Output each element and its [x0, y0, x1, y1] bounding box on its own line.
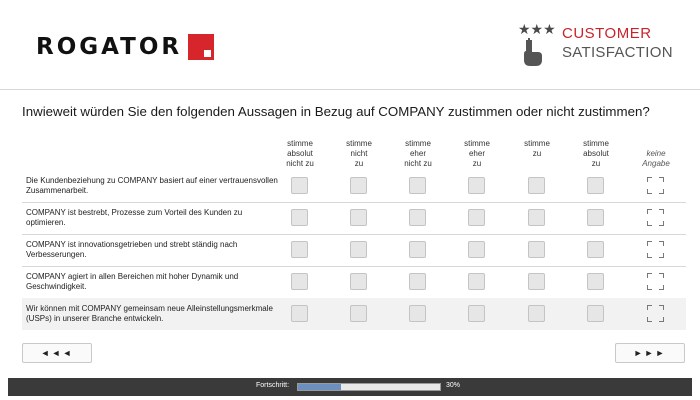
rating-option-2[interactable] — [350, 177, 367, 194]
bracket-corner-icon — [659, 221, 664, 226]
rating-option-2[interactable] — [350, 305, 367, 322]
badge-line-customer: CUSTOMER — [562, 25, 652, 42]
no-answer-option[interactable] — [647, 209, 664, 226]
bracket-corner-icon — [659, 317, 664, 322]
bracket-corner-icon — [647, 317, 652, 322]
question-text: Inwieweit würden Sie den folgenden Aussa… — [22, 104, 650, 119]
progress-label: Fortschritt: — [256, 382, 290, 389]
rating-option-1[interactable] — [291, 241, 308, 258]
customer-satisfaction-badge: ★★★ CUSTOMER SATISFACTION — [518, 22, 673, 72]
bracket-corner-icon — [647, 189, 652, 194]
rating-option-3[interactable] — [409, 305, 426, 322]
bracket-corner-icon — [659, 305, 664, 310]
bracket-corner-icon — [659, 241, 664, 246]
bracket-corner-icon — [659, 177, 664, 182]
pointer-hand-icon — [524, 38, 542, 66]
rating-option-5[interactable] — [528, 209, 545, 226]
rogator-logo: ROGATOR — [36, 32, 215, 62]
rating-option-6[interactable] — [587, 273, 604, 290]
bracket-corner-icon — [659, 273, 664, 278]
rating-option-5[interactable] — [528, 177, 545, 194]
bracket-corner-icon — [659, 253, 664, 258]
row-statement: COMPANY agiert in allen Bereichen mit ho… — [26, 272, 239, 291]
no-answer-option[interactable] — [647, 177, 664, 194]
progress-footer: Fortschritt: 30% — [8, 378, 692, 396]
row-statement: COMPANY ist innovationsgetrieben und str… — [26, 240, 238, 259]
rating-option-1[interactable] — [291, 177, 308, 194]
rating-option-2[interactable] — [350, 273, 367, 290]
rating-option-3[interactable] — [409, 209, 426, 226]
rating-option-3[interactable] — [409, 273, 426, 290]
rating-option-6[interactable] — [587, 209, 604, 226]
bracket-corner-icon — [647, 273, 652, 278]
progress-fill — [298, 384, 341, 390]
rating-option-5[interactable] — [528, 273, 545, 290]
row-statement: COMPANY ist bestrebt, Prozesse zum Vorte… — [26, 208, 243, 227]
bracket-corner-icon — [647, 221, 652, 226]
bracket-corner-icon — [647, 305, 652, 310]
rating-option-4[interactable] — [468, 209, 485, 226]
back-button[interactable]: ◄◄◄ — [22, 343, 92, 363]
rating-option-6[interactable] — [587, 305, 604, 322]
bracket-corner-icon — [659, 209, 664, 214]
column-header-7: keine Angabe — [642, 149, 670, 168]
badge-text: CUSTOMER SATISFACTION — [562, 24, 673, 62]
rating-option-1[interactable] — [291, 209, 308, 226]
logo-mark-icon — [188, 34, 215, 60]
rating-option-2[interactable] — [350, 209, 367, 226]
rating-option-3[interactable] — [409, 177, 426, 194]
bracket-corner-icon — [647, 253, 652, 258]
logo-text: ROGATOR — [36, 34, 183, 60]
progress-bar — [297, 383, 441, 391]
row-statement: Wir können mit COMPANY gemeinsam neue Al… — [26, 304, 273, 323]
rating-option-3[interactable] — [409, 241, 426, 258]
rating-option-4[interactable] — [468, 273, 485, 290]
rating-option-4[interactable] — [468, 241, 485, 258]
next-button[interactable]: ►►► — [615, 343, 685, 363]
bracket-corner-icon — [659, 285, 664, 290]
rating-option-6[interactable] — [587, 241, 604, 258]
bracket-corner-icon — [647, 285, 652, 290]
no-answer-option[interactable] — [647, 273, 664, 290]
survey-header: ROGATOR ★★★ CUSTOMER SATISFACTION — [0, 0, 700, 90]
rating-option-5[interactable] — [528, 305, 545, 322]
bracket-corner-icon — [647, 177, 652, 182]
bracket-corner-icon — [659, 189, 664, 194]
rating-option-1[interactable] — [291, 305, 308, 322]
stars-icon: ★★★ — [518, 22, 556, 38]
rating-option-2[interactable] — [350, 241, 367, 258]
row-statement: Die Kundenbeziehung zu COMPANY basiert a… — [26, 176, 278, 195]
progress-percent: 30% — [446, 382, 461, 389]
no-answer-option[interactable] — [647, 305, 664, 322]
rating-option-4[interactable] — [468, 177, 485, 194]
bracket-corner-icon — [647, 241, 652, 246]
rating-option-4[interactable] — [468, 305, 485, 322]
rating-option-5[interactable] — [528, 241, 545, 258]
rating-option-1[interactable] — [291, 273, 308, 290]
badge-line-satisfaction: SATISFACTION — [562, 44, 673, 61]
rating-option-6[interactable] — [587, 177, 604, 194]
bracket-corner-icon — [647, 209, 652, 214]
no-answer-option[interactable] — [647, 241, 664, 258]
